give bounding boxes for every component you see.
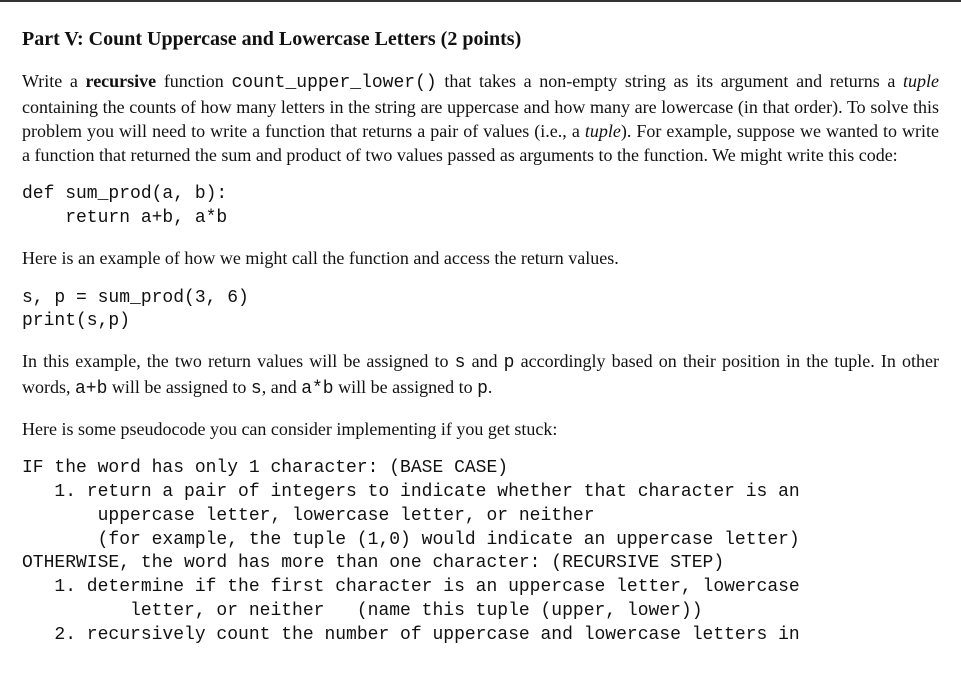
text: that takes a non-empty string as its arg… [437, 71, 903, 91]
text: Write a [22, 71, 86, 91]
paragraph-1: Write a recursive function count_upper_l… [22, 70, 939, 167]
code-inline: p [504, 353, 515, 373]
section-heading: Part V: Count Uppercase and Lowercase Le… [22, 26, 939, 52]
code-inline: a+b [75, 379, 107, 399]
code-inline: s [455, 353, 466, 373]
text: and [465, 351, 503, 371]
text-italic: tuple [585, 121, 621, 141]
code-inline: a*b [301, 379, 333, 399]
text: , and [262, 377, 302, 397]
code-inline: count_upper_lower() [231, 73, 436, 93]
document-page: Part V: Count Uppercase and Lowercase Le… [0, 0, 961, 683]
code-inline: p [477, 379, 488, 399]
text: will be assigned to [334, 377, 477, 397]
paragraph-4: Here is some pseudocode you can consider… [22, 418, 939, 442]
text: . [488, 377, 493, 397]
code-block-1: def sum_prod(a, b): return a+b, a*b [22, 183, 939, 231]
code-block-2: s, p = sum_prod(3, 6) print(s,p) [22, 287, 939, 335]
paragraph-2: Here is an example of how we might call … [22, 247, 939, 271]
code-inline: s [251, 379, 262, 399]
pseudocode-block: IF the word has only 1 character: (BASE … [22, 457, 939, 647]
text-italic: tuple [903, 71, 939, 91]
text: function [156, 71, 231, 91]
text: will be assigned to [107, 377, 250, 397]
text: In this example, the two return values w… [22, 351, 455, 371]
paragraph-3: In this example, the two return values w… [22, 350, 939, 402]
text-bold: recursive [86, 71, 157, 91]
